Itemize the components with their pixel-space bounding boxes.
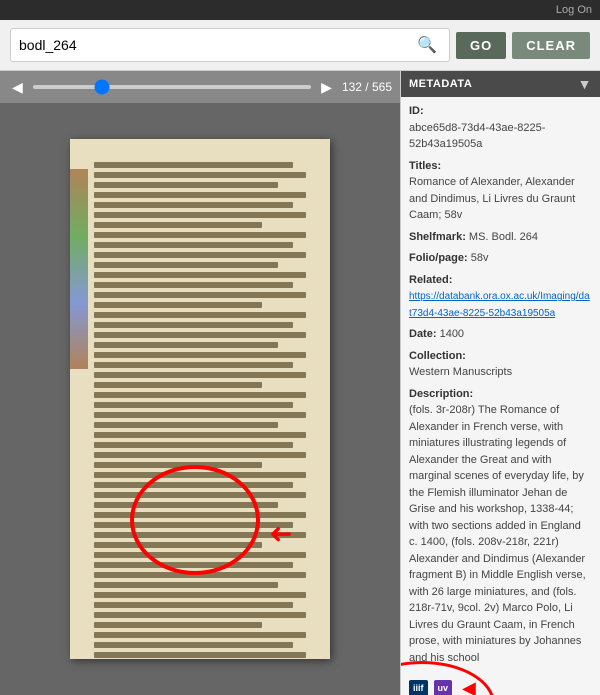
meta-titles-row: Titles: Romance of Alexander, Alexander … (409, 158, 592, 224)
meta-folio-label: Folio/page: (409, 252, 468, 264)
iiif-logo[interactable]: iiif (409, 680, 428, 695)
meta-description-value: (fols. 3r-208r) The Romance of Alexander… (409, 404, 586, 664)
meta-description-label: Description: (409, 388, 473, 400)
meta-related-label: Related: (409, 274, 452, 286)
meta-date-label: Date: (409, 328, 437, 340)
metadata-header-label: METADATA (409, 78, 472, 90)
logos-area: iiif uv ◀ (409, 671, 592, 695)
clear-button[interactable]: CLEAR (512, 32, 590, 59)
search-icon: 🔍 (417, 37, 437, 54)
meta-collection-value: Western Manuscripts (409, 366, 512, 378)
search-input-wrapper: 🔍 (10, 28, 450, 62)
page-counter: 132 / 565 (342, 80, 392, 94)
viewer-panel: ◀ ▶ 132 / 565 (0, 71, 400, 695)
page-slider[interactable] (33, 85, 311, 89)
meta-description-row: Description: (fols. 3r-208r) The Romance… (409, 386, 592, 667)
meta-shelfmark-label: Shelfmark: (409, 231, 466, 243)
metadata-panel: METADATA ▼ ID: abce65d8-73d4-43ae-8225-5… (400, 71, 600, 695)
manuscript-page (70, 139, 330, 659)
annotation-arrow-right: ◀ (462, 675, 476, 695)
meta-collection-row: Collection: Western Manuscripts (409, 348, 592, 381)
meta-date-value: 1400 (440, 328, 464, 340)
metadata-collapse-icon: ▼ (578, 76, 592, 92)
top-bar: Log On (0, 0, 600, 20)
slider-container (33, 85, 311, 89)
go-button[interactable]: GO (456, 32, 506, 59)
prev-page-button[interactable]: ◀ (8, 77, 27, 98)
meta-id-row: ID: abce65d8-73d4-43ae-8225-52b43a19505a (409, 103, 592, 153)
meta-related-row: Related: https://databank.ora.ox.ac.uk/I… (409, 272, 592, 322)
image-area[interactable]: ➜ (0, 103, 400, 695)
metadata-content: ID: abce65d8-73d4-43ae-8225-52b43a19505a… (401, 97, 600, 695)
meta-id-value: abce65d8-73d4-43ae-8225-52b43a19505a (409, 122, 545, 151)
meta-shelfmark-value: MS. Bodl. 264 (469, 231, 538, 243)
login-link[interactable]: Log On (556, 4, 592, 16)
meta-collection-label: Collection: (409, 350, 466, 362)
meta-titles-value: Romance of Alexander, Alexander and Dind… (409, 176, 575, 221)
metadata-header[interactable]: METADATA ▼ (401, 71, 600, 97)
meta-date-row: Date: 1400 (409, 326, 592, 343)
search-input[interactable] (19, 37, 413, 53)
meta-shelfmark-row: Shelfmark: MS. Bodl. 264 (409, 229, 592, 246)
search-icon-button[interactable]: 🔍 (413, 33, 441, 57)
manuscript-text (70, 139, 330, 659)
next-page-button[interactable]: ▶ (317, 77, 336, 98)
meta-folio-row: Folio/page: 58v (409, 250, 592, 267)
metadata-section: METADATA ▼ ID: abce65d8-73d4-43ae-8225-5… (401, 71, 600, 695)
meta-id-label: ID: (409, 105, 424, 117)
meta-folio-value: 58v (471, 252, 489, 264)
meta-related-link[interactable]: https://databank.ora.ox.ac.uk/Imaging/da… (409, 291, 590, 319)
nav-bar: ◀ ▶ 132 / 565 (0, 71, 400, 103)
main-layout: ◀ ▶ 132 / 565 (0, 71, 600, 695)
meta-titles-label: Titles: (409, 160, 441, 172)
search-bar: 🔍 GO CLEAR (0, 20, 600, 71)
uv-logo[interactable]: uv (434, 680, 453, 695)
